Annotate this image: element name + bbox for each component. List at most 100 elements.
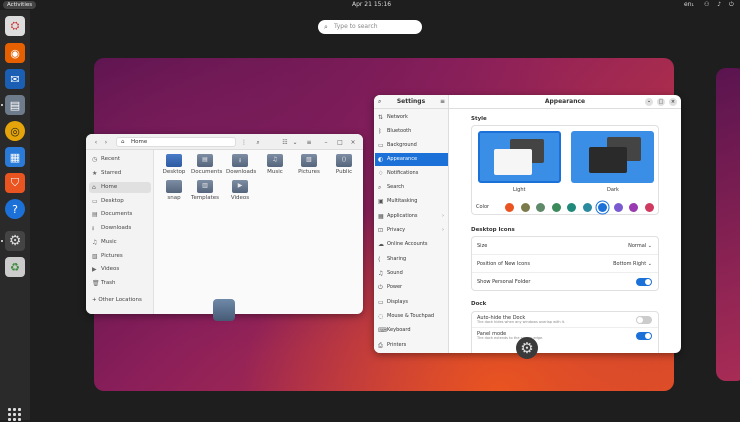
color-swatch[interactable] xyxy=(520,203,530,212)
sidebar-item-label: Downloads xyxy=(101,225,132,231)
activities-button[interactable]: Activities xyxy=(3,1,37,9)
maximize-icon[interactable]: □ xyxy=(657,98,665,106)
folder-public[interactable]: ⟨⟩ Public xyxy=(330,154,358,184)
menu-icon[interactable]: ≡ xyxy=(440,95,445,109)
sidebar-item-music[interactable]: ♫ Music xyxy=(89,237,151,248)
search-input[interactable]: ⌕ Type to search xyxy=(318,20,422,34)
nav-sharing[interactable]: ⟨ Sharing xyxy=(375,253,448,266)
color-swatch[interactable] xyxy=(598,203,607,212)
nav-power[interactable]: ⏻ Power xyxy=(375,281,448,294)
nav-bluetooth[interactable]: ᛒ Bluetooth xyxy=(375,125,448,138)
autohide-toggle[interactable] xyxy=(636,316,652,324)
folder-icon: ▶ xyxy=(232,180,248,193)
sidebar-item-starred[interactable]: ★ Starred xyxy=(89,168,151,179)
close-icon[interactable]: × xyxy=(669,98,677,106)
nav-label: Sharing xyxy=(387,256,407,262)
path-menu-icon[interactable]: ⋮ xyxy=(240,138,248,147)
sidebar-item-desktop[interactable]: ▭ Desktop xyxy=(89,196,151,207)
power-icon: ⏻ xyxy=(378,284,383,291)
trash-icon[interactable]: ♻ xyxy=(5,257,25,277)
close-icon[interactable]: × xyxy=(349,138,357,147)
folder-label: Desktop xyxy=(162,169,186,175)
nav-printers[interactable]: ⎙ Printers xyxy=(375,339,448,352)
folder-label: Pictures xyxy=(298,169,320,175)
next-workspace-preview[interactable] xyxy=(716,68,740,381)
nav-sound[interactable]: ♫ Sound xyxy=(375,267,448,280)
color-swatch[interactable] xyxy=(551,203,561,212)
nav-displays[interactable]: ▭ Displays xyxy=(375,296,448,309)
app-center-icon[interactable]: ⛉ xyxy=(5,173,25,193)
settings-icon[interactable]: ⚙ xyxy=(5,231,25,251)
color-swatch[interactable] xyxy=(567,203,576,212)
language-indicator[interactable]: en₁ xyxy=(684,1,694,8)
system-tray[interactable]: ⚇ ♪ ⏻ xyxy=(704,1,737,9)
folder-label: Music xyxy=(267,169,283,175)
color-swatch[interactable] xyxy=(613,203,623,212)
size-dropdown[interactable]: Normal ⌄ xyxy=(628,237,652,255)
sidebar-item-recent[interactable]: ◷ Recent xyxy=(89,154,151,165)
view-list-icon[interactable]: ☷ xyxy=(280,138,290,147)
personal-folder-toggle[interactable] xyxy=(636,278,652,286)
nav-online-accounts[interactable]: ☁ Online Accounts xyxy=(375,238,448,251)
nav-search[interactable]: ⌕ Search xyxy=(375,181,448,194)
minimize-icon[interactable]: – xyxy=(645,98,653,106)
sidebar-item-pictures[interactable]: ▧ Pictures xyxy=(89,251,151,262)
sidebar-item-other-locations[interactable]: + Other Locations xyxy=(89,295,151,306)
nav-background[interactable]: ▭ Background xyxy=(375,139,448,152)
folder-videos[interactable]: ▶ Videos xyxy=(226,180,254,210)
folder-templates[interactable]: ▥ Templates xyxy=(191,180,219,210)
position-row[interactable]: Position of New Icons Bottom Right ⌄ xyxy=(472,255,658,273)
autohide-row[interactable]: Auto-hide the Dock The dock hides when a… xyxy=(472,312,658,328)
sidebar-item-documents[interactable]: ▤ Documents xyxy=(89,209,151,220)
view-options-icon[interactable]: ⌄ xyxy=(291,138,299,147)
nav-network[interactable]: ⇅ Network xyxy=(375,111,448,124)
sidebar-item-videos[interactable]: ▶ Videos xyxy=(89,264,151,275)
rhythmbox-icon[interactable]: ◎ xyxy=(5,121,25,141)
files-search-icon[interactable]: ⌕ xyxy=(253,138,263,147)
forward-icon[interactable]: › xyxy=(102,138,110,147)
autohide-sublabel: The dock hides when any windows overlap … xyxy=(477,320,566,324)
sidebar-item-downloads[interactable]: ⭳ Downloads xyxy=(89,223,151,234)
nav-keyboard[interactable]: ⌨ Keyboard xyxy=(375,324,448,337)
color-swatch[interactable] xyxy=(505,203,514,212)
folder-icon: ▤ xyxy=(197,154,213,167)
nav-applications[interactable]: ▦ Applications › xyxy=(375,210,448,223)
help-icon[interactable]: ? xyxy=(5,199,25,219)
search-icon[interactable]: ⌕ xyxy=(378,95,381,109)
files-window[interactable]: ‹ › ⌂ Home ⋮ ⌕ ☷ ⌄ ≡ – □ × ◷ Recent ★ Star… xyxy=(86,134,363,314)
folder-snap[interactable]: snap xyxy=(160,180,188,210)
color-swatch[interactable] xyxy=(536,203,545,212)
writer-icon[interactable]: ▦ xyxy=(5,147,25,167)
minimize-icon[interactable]: – xyxy=(322,138,330,147)
sidebar-item-home[interactable]: ⌂ Home xyxy=(89,182,151,193)
position-dropdown[interactable]: Bottom Right ⌄ xyxy=(613,255,652,273)
thunderbird-icon[interactable]: ✉ xyxy=(5,69,25,89)
firefox-icon[interactable]: ◉ xyxy=(5,43,25,63)
clock[interactable]: Apr 21 15:16 xyxy=(352,1,391,9)
color-swatch[interactable] xyxy=(582,203,592,212)
nav-appearance[interactable]: ◐ Appearance xyxy=(375,153,448,166)
folder-pictures[interactable]: ▧ Pictures xyxy=(295,154,323,184)
nav-privacy[interactable]: ⊡ Privacy › xyxy=(375,224,448,237)
maximize-icon[interactable]: □ xyxy=(336,138,344,147)
installer-icon[interactable]: ⛭ xyxy=(5,16,25,36)
path-bar[interactable]: ⌂ Home xyxy=(116,137,236,147)
personal-folder-row[interactable]: Show Personal Folder xyxy=(472,273,658,291)
size-row[interactable]: Size Normal ⌄ xyxy=(472,237,658,255)
files-icon[interactable]: ▤ xyxy=(5,95,25,115)
desktop-icons-card: Size Normal ⌄ Position of New Icons Bottom… xyxy=(471,236,659,291)
folder-music[interactable]: ♫ Music xyxy=(261,154,289,184)
nav-mouse-touchpad[interactable]: ◌ Mouse & Touchpad xyxy=(375,310,448,323)
menu-icon[interactable]: ≡ xyxy=(305,138,313,147)
color-swatch[interactable] xyxy=(629,203,638,212)
panel-mode-toggle[interactable] xyxy=(636,332,652,340)
panel-mode-row[interactable]: Panel mode The dock extends to the scree… xyxy=(472,328,658,344)
nav-multitasking[interactable]: ▣ Multitasking xyxy=(375,195,448,208)
dark-style-option[interactable] xyxy=(571,131,654,183)
sidebar-item-trash[interactable]: 🗑 Trash xyxy=(89,278,151,289)
nav-notifications[interactable]: ♢ Notifications xyxy=(375,167,448,180)
color-swatch[interactable] xyxy=(644,203,654,212)
settings-window[interactable]: Settings ⌕ ≡ ⇅ Network ᛒ Bluetooth ▭ Backgr… xyxy=(374,95,681,353)
back-icon[interactable]: ‹ xyxy=(92,138,100,147)
light-style-option[interactable] xyxy=(478,131,561,183)
